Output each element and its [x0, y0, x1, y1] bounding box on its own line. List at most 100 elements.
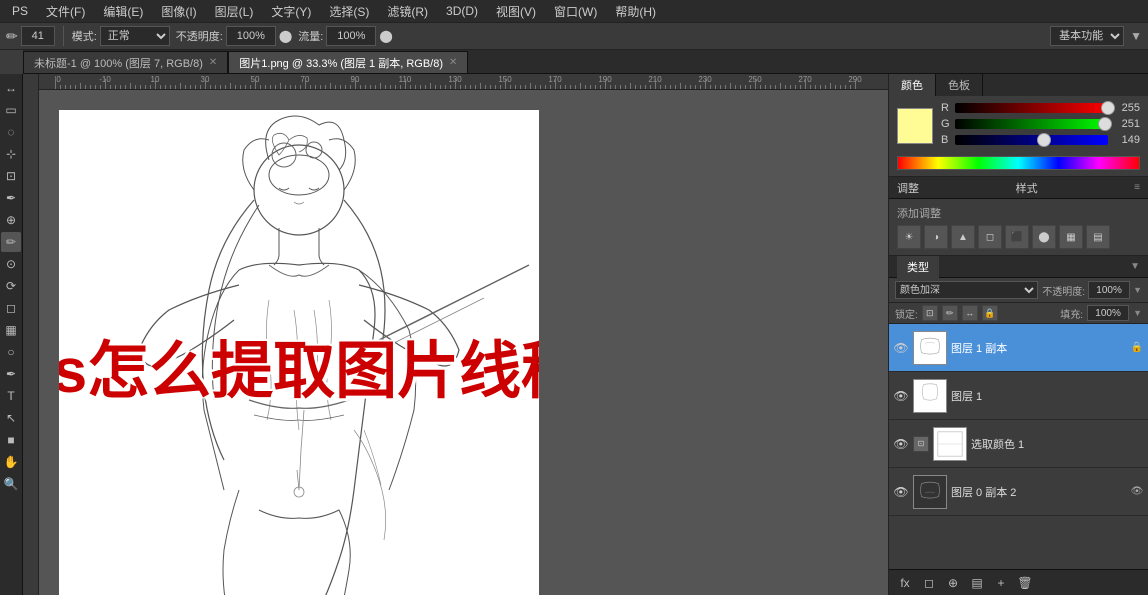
options-bar: ✏ 41 模式: 正常 不透明度: 100% ⬤ 流量: 100% ⬤ 基本功能… [0, 22, 1148, 50]
shape-tool[interactable]: ■ [1, 430, 21, 450]
layer-group-btn[interactable]: ▤ [967, 573, 987, 593]
menu-ps[interactable]: PS [4, 2, 36, 20]
fill-label: 填充: [1060, 306, 1083, 321]
adj-vibrance[interactable]: ⬛ [1005, 225, 1029, 249]
workspace-expand-icon[interactable]: ▼ [1130, 29, 1142, 43]
adj-brightness[interactable]: ☀ [897, 225, 921, 249]
marquee-tool[interactable]: ▭ [1, 100, 21, 120]
menu-3d[interactable]: 3D(D) [438, 2, 486, 20]
layers-tab-type[interactable]: 类型 [897, 256, 939, 278]
lock-paint-btn[interactable]: ✏ [942, 305, 958, 321]
layer-adjustment-btn[interactable]: ⊕ [943, 573, 963, 593]
workspace-select[interactable]: 基本功能 [1050, 26, 1124, 46]
layer-delete-btn[interactable]: 🗑 [1015, 573, 1035, 593]
lock-transparent-btn[interactable]: ⊡ [922, 305, 938, 321]
move-tool[interactable]: ↔ [1, 78, 21, 98]
path-select-tool[interactable]: ↖ [1, 408, 21, 428]
tab-image[interactable]: 图片1.png @ 33.3% (图层 1 副本, RGB/8) ✕ [228, 51, 468, 73]
text-tool[interactable]: T [1, 386, 21, 406]
workspace-area: 基本功能 ▼ [1050, 26, 1142, 46]
menu-file[interactable]: 文件(F) [38, 1, 93, 22]
canvas-content[interactable]: ps怎么提取图片线稿 [39, 90, 888, 595]
zoom-tool[interactable]: 🔍 [1, 474, 21, 494]
lasso-tool[interactable]: ◌ [1, 122, 21, 142]
layer-item-2[interactable]: 👁 ⊡ 选取颜色 1 [889, 420, 1148, 468]
tab-color[interactable]: 颜色 [889, 74, 936, 96]
pen-tool[interactable]: ✒ [1, 364, 21, 384]
adjustments-title: 调整 [897, 180, 1010, 196]
mode-select[interactable]: 正常 [100, 26, 170, 46]
menu-edit[interactable]: 编辑(E) [95, 1, 151, 22]
layer-name-0: 图层 1 副本 [951, 340, 1126, 356]
layer-mask-btn[interactable]: ◻ [919, 573, 939, 593]
brush-size-input[interactable]: 41 [21, 26, 55, 46]
opacity-input[interactable]: 100% [226, 26, 276, 46]
layer-name-3: 图层 0 副本 2 [951, 484, 1126, 500]
color-panel: 颜色 色板 R 255 G 2 [889, 74, 1148, 177]
layer-item-1[interactable]: 👁 图层 1 [889, 372, 1148, 420]
adj-curves[interactable]: ◑ [924, 225, 948, 249]
color-preview-row: R 255 G 251 B [889, 96, 1148, 156]
flow-input[interactable]: 100% [326, 26, 376, 46]
crop-tool[interactable]: ⊡ [1, 166, 21, 186]
menu-text[interactable]: 文字(Y) [263, 1, 319, 22]
gradient-tool[interactable]: ▦ [1, 320, 21, 340]
history-brush-tool[interactable]: ⟳ [1, 276, 21, 296]
color-swatch[interactable] [897, 108, 933, 144]
eraser-tool[interactable]: ◻ [1, 298, 21, 318]
opacity-row: 不透明度: 100% ▼ [1042, 281, 1142, 299]
tab-untitled-close[interactable]: ✕ [209, 57, 217, 68]
layer-eye-1[interactable]: 👁 [893, 388, 909, 404]
hand-tool[interactable]: ✋ [1, 452, 21, 472]
layer-thumb-2 [933, 427, 967, 461]
menu-view[interactable]: 视图(V) [488, 1, 544, 22]
fill-arrow: ▼ [1133, 308, 1142, 318]
r-slider[interactable] [955, 103, 1108, 113]
brush-tool[interactable]: ✏ [1, 232, 21, 252]
adjustments-panel-header[interactable]: 调整 样式 ≡ [889, 177, 1148, 199]
adj-bw[interactable]: ▤ [1086, 225, 1110, 249]
layer-eye-0[interactable]: 👁 [893, 340, 909, 356]
menu-layer[interactable]: 图层(L) [207, 1, 262, 22]
clone-tool[interactable]: ⊙ [1, 254, 21, 274]
layer-thumb-0 [913, 331, 947, 365]
menu-filter[interactable]: 滤镜(R) [379, 1, 436, 22]
tab-swatches[interactable]: 色板 [936, 74, 983, 96]
g-slider[interactable] [955, 119, 1108, 129]
panel-menu-icon[interactable]: ≡ [1134, 182, 1140, 193]
styles-title: 样式 [1016, 180, 1129, 196]
layer-fx-btn[interactable]: fx [895, 573, 915, 593]
tab-image-label: 图片1.png @ 33.3% (图层 1 副本, RGB/8) [239, 55, 443, 71]
sketch-svg [59, 110, 539, 595]
layer-eye-3[interactable]: 👁 [893, 484, 909, 500]
adj-levels[interactable]: ▲ [951, 225, 975, 249]
opacity-value[interactable]: 100% [1088, 281, 1130, 299]
fill-value[interactable]: 100% [1087, 305, 1129, 321]
dodge-tool[interactable]: ○ [1, 342, 21, 362]
adj-exposure[interactable]: ◻ [978, 225, 1002, 249]
color-spectrum-bar[interactable] [897, 156, 1140, 170]
layer-lock-icon-0: 🔒 [1130, 341, 1144, 355]
b-slider[interactable] [955, 135, 1108, 145]
menu-window[interactable]: 窗口(W) [546, 1, 605, 22]
lock-all-btn[interactable]: 🔒 [982, 305, 998, 321]
layer-list[interactable]: 👁 图层 1 副本 🔒 👁 [889, 324, 1148, 569]
layer-new-btn[interactable]: + [991, 573, 1011, 593]
layer-eye-2[interactable]: 👁 [893, 436, 909, 452]
tab-image-close[interactable]: ✕ [449, 57, 457, 68]
layer-item-3[interactable]: 👁 图层 0 副本 2 👁 [889, 468, 1148, 516]
adj-colorbalance[interactable]: ▦ [1059, 225, 1083, 249]
eyedropper-tool[interactable]: ✒ [1, 188, 21, 208]
healing-tool[interactable]: ⊕ [1, 210, 21, 230]
magic-wand-tool[interactable]: ⊹ [1, 144, 21, 164]
lock-move-btn[interactable]: ↔ [962, 305, 978, 321]
layer-thumb-3 [913, 475, 947, 509]
menu-select[interactable]: 选择(S) [321, 1, 377, 22]
adj-hsl[interactable]: ⬤ [1032, 225, 1056, 249]
layer-item-0[interactable]: 👁 图层 1 副本 🔒 [889, 324, 1148, 372]
menu-help[interactable]: 帮助(H) [607, 1, 664, 22]
tab-untitled[interactable]: 未标题-1 @ 100% (图层 7, RGB/8) ✕ [23, 51, 228, 73]
blend-mode-select[interactable]: 颜色加深 [895, 281, 1038, 299]
menu-image[interactable]: 图像(I) [153, 1, 204, 22]
opacity-label: 不透明度: [176, 28, 223, 44]
